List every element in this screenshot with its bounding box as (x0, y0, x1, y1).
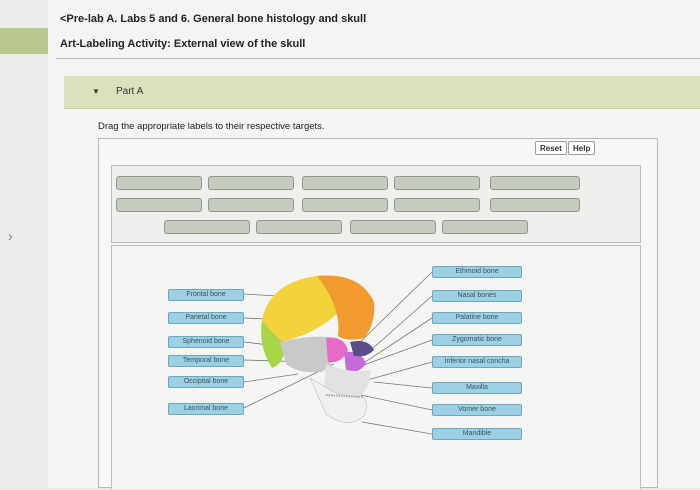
bone-label[interactable]: Nasal bones (432, 290, 522, 302)
label-slot[interactable] (394, 176, 480, 190)
breadcrumb[interactable]: <Pre-lab A. Labs 5 and 6. General bone h… (60, 13, 366, 25)
bone-label[interactable]: Lacrimal bone (168, 403, 244, 415)
label-slot[interactable] (350, 220, 436, 234)
bone-label[interactable]: Frontal bone (168, 289, 244, 301)
bone-label[interactable]: Vomer bone (432, 404, 522, 416)
bone-label[interactable]: Palatine bone (432, 312, 522, 324)
divider (56, 58, 700, 59)
label-slot[interactable] (394, 198, 480, 212)
label-slot[interactable] (208, 198, 294, 212)
caret-down-icon[interactable]: ▼ (92, 87, 100, 96)
diagram-area: Frontal bone Parietal bone Sphenoid bone… (111, 245, 641, 489)
part-header[interactable]: ▼ Part A (64, 76, 700, 109)
label-slot[interactable] (302, 176, 388, 190)
bone-label[interactable]: Zygomatic bone (432, 334, 522, 346)
orbit-region (350, 341, 374, 357)
bone-label[interactable]: Mandible (432, 428, 522, 440)
bone-label[interactable]: Occipital bone (168, 376, 244, 388)
label-slot[interactable] (442, 220, 528, 234)
page-title: Art-Labeling Activity: External view of … (60, 38, 306, 50)
label-slot[interactable] (490, 176, 580, 190)
bone-label[interactable]: Maxilla (432, 382, 522, 394)
reset-button[interactable]: Reset (535, 141, 567, 155)
label-slot[interactable] (302, 198, 388, 212)
instructions: Drag the appropriate labels to their res… (98, 121, 325, 132)
bone-label[interactable]: Ethmoid bone (432, 266, 522, 278)
bone-label[interactable]: Temporal bone (168, 355, 244, 367)
label-slot[interactable] (490, 198, 580, 212)
labeling-workspace: Reset Help Frontal bone Parietal bone Sp… (98, 138, 658, 489)
label-slot[interactable] (208, 176, 294, 190)
expand-chevron-icon[interactable]: › (8, 228, 13, 244)
help-button[interactable]: Help (568, 141, 596, 155)
page: <Pre-lab A. Labs 5 and 6. General bone h… (48, 0, 700, 489)
part-label: Part A (116, 86, 144, 97)
label-bank (111, 165, 641, 243)
bone-label[interactable]: Parietal bone (168, 312, 244, 324)
label-slot[interactable] (256, 220, 342, 234)
bone-label[interactable]: Sphenoid bone (168, 336, 244, 348)
side-panel: › (0, 0, 48, 488)
label-slot[interactable] (116, 198, 202, 212)
skull-diagram (243, 271, 433, 435)
bone-label[interactable]: Inferior nasal concha (432, 356, 522, 368)
label-slot[interactable] (164, 220, 250, 234)
sphenoid-bone-region (326, 337, 348, 363)
side-panel-highlight (0, 28, 48, 54)
label-slot[interactable] (116, 176, 202, 190)
